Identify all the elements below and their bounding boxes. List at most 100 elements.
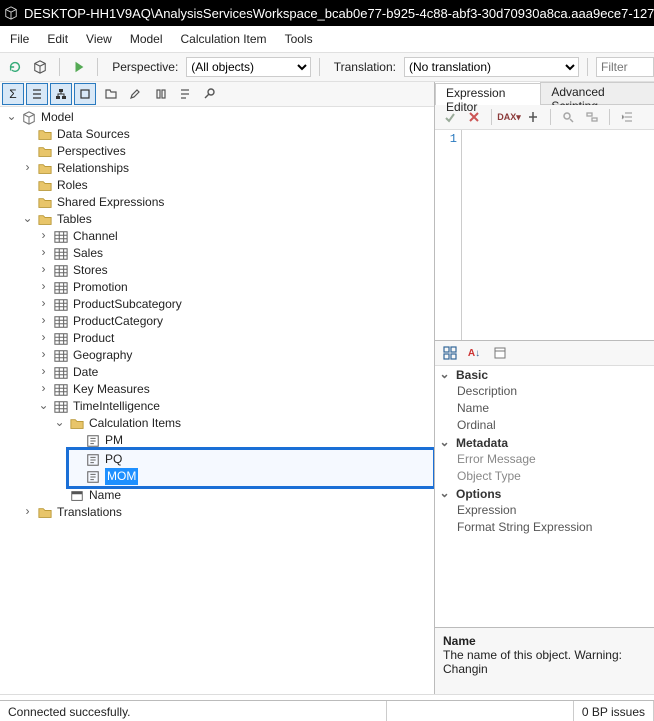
- title-bar: DESKTOP-HH1V9AQ\AnalysisServicesWorkspac…: [0, 0, 654, 26]
- tree-node-label[interactable]: Translations: [57, 504, 122, 521]
- cube-icon[interactable]: [29, 56, 50, 78]
- dax-icon[interactable]: DAX▾: [498, 106, 520, 128]
- folder-icon: [37, 144, 53, 160]
- tree-node-label[interactable]: Calculation Items: [89, 415, 181, 432]
- menu-tools[interactable]: Tools: [285, 32, 313, 46]
- expand-icon[interactable]: ›: [38, 364, 49, 381]
- perspective-select[interactable]: (All objects): [186, 57, 310, 77]
- box-icon[interactable]: [74, 83, 96, 105]
- cube-icon: [4, 6, 18, 20]
- collapse-icon[interactable]: ⌄: [6, 109, 17, 126]
- filter-input[interactable]: [596, 57, 654, 77]
- menu-edit[interactable]: Edit: [47, 32, 68, 46]
- collapse-icon[interactable]: ⌄: [439, 367, 450, 382]
- alphabetical-icon[interactable]: A↓: [463, 342, 485, 364]
- menu-file[interactable]: File: [10, 32, 29, 46]
- sigma-icon[interactable]: Σ: [2, 83, 24, 105]
- collapse-icon[interactable]: ⌄: [439, 486, 450, 501]
- format-icon[interactable]: [522, 106, 544, 128]
- property-grid[interactable]: ⌄Basic Description Name Ordinal ⌄Metadat…: [435, 366, 654, 627]
- menu-bar: File Edit View Model Calculation Item To…: [0, 26, 654, 53]
- tree-node-label[interactable]: Shared Expressions: [57, 194, 164, 211]
- tree-node-label[interactable]: ProductCategory: [73, 313, 163, 330]
- property-row-description[interactable]: Description: [435, 383, 654, 400]
- tree-node-label[interactable]: Perspectives: [57, 143, 126, 160]
- expand-icon[interactable]: ⌄: [38, 398, 49, 415]
- expand-icon[interactable]: ›: [38, 381, 49, 398]
- table-icon: [53, 246, 69, 262]
- expand-icon[interactable]: ›: [38, 330, 49, 347]
- property-row-error[interactable]: Error Message: [435, 451, 654, 468]
- tab-advanced-scripting[interactable]: Advanced Scripting: [540, 82, 654, 104]
- refresh-icon[interactable]: [4, 56, 25, 78]
- tree-node-label[interactable]: Stores: [73, 262, 108, 279]
- property-row-formatstring[interactable]: Format String Expression: [435, 519, 654, 536]
- tree-node-label[interactable]: Relationships: [57, 160, 129, 177]
- details-icon[interactable]: [174, 83, 196, 105]
- expand-icon[interactable]: ›: [38, 228, 49, 245]
- tree-node-label[interactable]: PQ: [105, 451, 122, 468]
- collapse-icon[interactable]: ⌄: [54, 415, 65, 432]
- status-mid: [387, 701, 574, 721]
- property-row-name[interactable]: Name: [435, 400, 654, 417]
- hierarchy-icon[interactable]: [50, 83, 72, 105]
- expand-icon[interactable]: ›: [38, 262, 49, 279]
- search-icon[interactable]: [557, 106, 579, 128]
- tree-node-calcitem-pq: PQ: [68, 451, 434, 468]
- expression-editor-area[interactable]: 1: [435, 130, 654, 341]
- tree-node-label[interactable]: MOM: [105, 468, 138, 485]
- tree-node-table: › Product: [36, 330, 434, 347]
- find-icon[interactable]: [198, 83, 220, 105]
- translation-select[interactable]: (No translation): [404, 57, 579, 77]
- property-row-expression[interactable]: Expression: [435, 502, 654, 519]
- tree-node-label[interactable]: Data Sources: [57, 126, 130, 143]
- tree-node-label[interactable]: PM: [105, 432, 123, 449]
- expand-icon[interactable]: ›: [38, 279, 49, 296]
- tree-node-tables: ⌄ Tables: [20, 211, 434, 228]
- replace-icon[interactable]: [581, 106, 603, 128]
- folder-icon[interactable]: [100, 83, 122, 105]
- folder-icon: [37, 178, 53, 194]
- tree-node-label[interactable]: Name: [89, 487, 121, 504]
- tree-node-label[interactable]: ProductSubcategory: [73, 296, 182, 313]
- expand-icon[interactable]: ›: [38, 313, 49, 330]
- tree-node-label[interactable]: Product: [73, 330, 114, 347]
- tree-node-label[interactable]: Promotion: [73, 279, 128, 296]
- tree-node-label[interactable]: Sales: [73, 245, 103, 262]
- tree-node-label[interactable]: Geography: [73, 347, 132, 364]
- model-tree[interactable]: ⌄ Model Data Sources Perspectives › Relat…: [0, 109, 434, 521]
- indent-icon[interactable]: [616, 106, 638, 128]
- tree-node-label[interactable]: Model: [41, 109, 74, 126]
- property-row-objecttype[interactable]: Object Type: [435, 468, 654, 485]
- expand-icon[interactable]: ›: [38, 347, 49, 364]
- property-row-ordinal[interactable]: Ordinal: [435, 417, 654, 434]
- expand-icon[interactable]: ›: [38, 245, 49, 262]
- property-pages-icon[interactable]: [489, 342, 511, 364]
- expand-icon[interactable]: ›: [38, 296, 49, 313]
- tree-node-calcitem-mom: MOM: [68, 468, 434, 485]
- expand-icon[interactable]: ›: [22, 504, 33, 521]
- menu-calculation-item[interactable]: Calculation Item: [181, 32, 267, 46]
- table-icon: [53, 365, 69, 381]
- tree-node-label[interactable]: Tables: [57, 211, 92, 228]
- tree-node-label[interactable]: Roles: [57, 177, 88, 194]
- edit-icon[interactable]: [124, 83, 146, 105]
- columns-icon[interactable]: [150, 83, 172, 105]
- execute-icon[interactable]: [68, 56, 89, 78]
- collapse-icon[interactable]: ⌄: [22, 211, 33, 228]
- tab-expression-editor[interactable]: Expression Editor: [435, 83, 541, 105]
- tree-node-label[interactable]: Key Measures: [73, 381, 150, 398]
- tree-node-label[interactable]: Channel: [73, 228, 118, 245]
- window-title: DESKTOP-HH1V9AQ\AnalysisServicesWorkspac…: [24, 6, 654, 21]
- tree-node-table: ⌄ TimeIntelligence: [36, 398, 434, 415]
- tree-node-label[interactable]: TimeIntelligence: [73, 398, 160, 415]
- tree-node-label[interactable]: Date: [73, 364, 98, 381]
- property-description-text: The name of this object. Warning: Changi…: [443, 648, 646, 676]
- menu-view[interactable]: View: [86, 32, 112, 46]
- expand-icon[interactable]: ›: [22, 160, 33, 177]
- editor-code[interactable]: [462, 130, 654, 340]
- menu-model[interactable]: Model: [130, 32, 163, 46]
- categorized-icon[interactable]: [439, 342, 461, 364]
- collapse-icon[interactable]: ⌄: [439, 435, 450, 450]
- list-icon[interactable]: [26, 83, 48, 105]
